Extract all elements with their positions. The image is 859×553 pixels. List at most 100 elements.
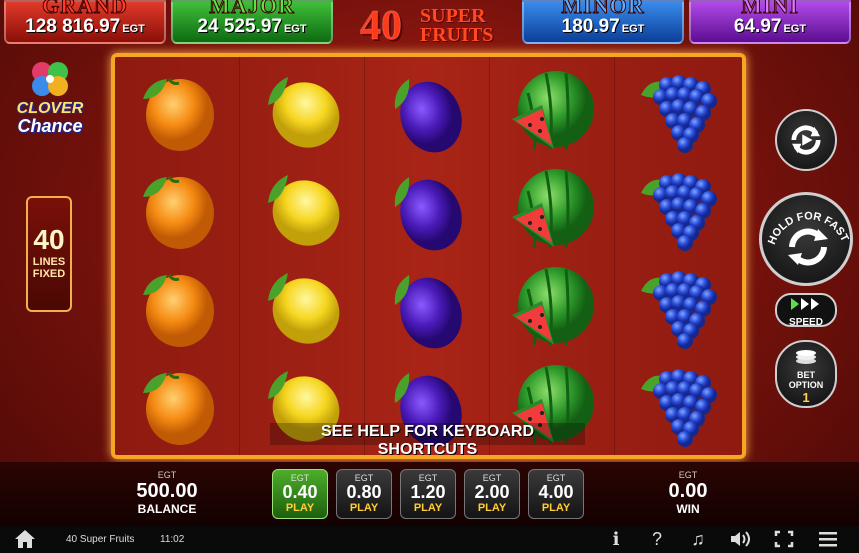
bet-button[interactable]: EGT 2.00 PLAY (464, 469, 520, 519)
jackpot-minor: MINOR 180.97 EGT (522, 0, 684, 44)
grapes-symbol (633, 359, 723, 449)
balance-label: BALANCE (137, 502, 197, 516)
speed-label: SPEED (789, 317, 823, 328)
game-logo-number: 40 (360, 3, 403, 50)
lemon-icon (268, 175, 340, 246)
reel-4 (490, 57, 615, 455)
bet-label: PLAY (285, 502, 315, 514)
bet-option-button[interactable]: BET OPTION 1 (775, 340, 837, 408)
watermelon-symbol (508, 65, 598, 155)
game-logo-line2: FRUITS (420, 24, 494, 46)
bet-value: 0.40 (282, 482, 318, 502)
orange-symbol (133, 359, 223, 449)
bet-value: 2.00 (474, 482, 510, 502)
plum-symbol (383, 261, 473, 351)
fullscreen-icon[interactable] (773, 529, 795, 549)
grapes-symbol (633, 261, 723, 351)
jackpot-major-unit: EGT (283, 23, 307, 35)
jackpot-mini-value: 64.97 EGT (691, 16, 849, 38)
lemon-symbol (258, 65, 348, 155)
jackpot-major: MAJOR 24 525.97 EGT (171, 0, 333, 44)
plum-symbol (383, 65, 473, 155)
orange-icon (143, 274, 214, 347)
home-icon[interactable] (14, 529, 36, 549)
jackpot-mini: MINI 64.97 EGT (689, 0, 851, 44)
clock: 11:02 (160, 534, 185, 545)
autoplay-icon (791, 125, 821, 155)
jackpot-grand: GRAND 128 816.97 EGT (4, 0, 166, 44)
watermelon-symbol (508, 261, 598, 351)
jackpot-minor-amount: 180.97 (561, 16, 620, 37)
reel-1 (115, 57, 240, 455)
clover-icon (32, 62, 68, 96)
watermelon-symbol (508, 163, 598, 253)
help-icon[interactable]: ? (646, 529, 668, 549)
bet-button[interactable]: EGT 1.20 PLAY (400, 469, 456, 519)
bet-label: PLAY (477, 502, 507, 514)
balance-value: 500.00 (136, 480, 198, 502)
reel-2 (240, 57, 365, 455)
grapes-icon (641, 75, 717, 153)
jackpot-grand-unit: EGT (122, 23, 145, 35)
info-icon[interactable]: ℹ (605, 529, 627, 549)
grapes-symbol (633, 163, 723, 253)
clover-chance-logo: CLOVER Chance (12, 58, 88, 142)
orange-icon (143, 78, 214, 151)
reel-3 (365, 57, 490, 455)
game-name: 40 Super Fruits (66, 534, 135, 545)
grapes-icon (641, 173, 717, 251)
bet-option-label-2: OPTION (788, 380, 824, 390)
fixed-label: FIXED (32, 268, 66, 280)
bet-value: 1.20 (410, 482, 446, 502)
coin-stack-icon (796, 350, 816, 364)
clover-logo-line2: Chance (17, 116, 83, 136)
jackpot-grand-amount: 128 816.97 (25, 16, 121, 37)
jackpot-minor-unit: EGT (621, 23, 645, 35)
jackpot-mini-amount: 64.97 (733, 16, 782, 37)
bet-value: 0.80 (346, 482, 382, 502)
reels-area (111, 53, 746, 459)
grapes-icon (641, 271, 717, 349)
win-unit: EGT (678, 470, 698, 480)
jackpot-grand-value: 128 816.97 EGT (6, 16, 164, 38)
plum-icon (394, 79, 462, 153)
watermelon-icon (512, 71, 594, 150)
bet-value: 4.00 (538, 482, 574, 502)
orange-icon (143, 372, 214, 445)
bet-button[interactable]: EGT 0.80 PLAY (336, 469, 392, 519)
bet-button[interactable]: EGT 4.00 PLAY (528, 469, 584, 519)
grapes-symbol (633, 65, 723, 155)
lines-label: LINES (32, 256, 66, 268)
jackpot-major-amount: 24 525.97 (197, 16, 282, 37)
plum-icon (394, 275, 462, 349)
speed-button[interactable]: SPEED (775, 293, 837, 328)
lines-number: 40 (33, 224, 65, 255)
bet-option-label-1: BET (797, 370, 815, 380)
bet-label: PLAY (349, 502, 379, 514)
spin-button[interactable]: HOLD FOR FAST PLAY (759, 192, 853, 286)
jackpot-minor-value: 180.97 EGT (524, 16, 682, 38)
win-value: 0.00 (668, 480, 708, 502)
bet-option-value: 1 (802, 390, 810, 405)
lines-fixed-badge: 40 LINES FIXED (26, 196, 72, 312)
fast-forward-icon (791, 298, 819, 310)
system-bar: 40 Super Fruits 11:02 ℹ ? ♫ (0, 526, 859, 553)
bet-button[interactable]: EGT 0.40 PLAY (272, 469, 328, 519)
game-logo: 40 SUPER FRUITS (358, 2, 498, 50)
bet-label: PLAY (413, 502, 443, 514)
menu-icon[interactable] (817, 529, 839, 549)
music-icon[interactable]: ♫ (687, 529, 709, 549)
keyboard-shortcuts-hint: SEE HELP FOR KEYBOARD SHORTCUTS (270, 423, 585, 458)
grapes-icon (641, 369, 717, 447)
watermelon-icon (512, 267, 594, 346)
autoplay-button[interactable] (775, 109, 837, 171)
spin-icon (788, 228, 828, 266)
reel-5 (615, 57, 740, 455)
orange-symbol (133, 261, 223, 351)
volume-icon[interactable] (729, 529, 751, 549)
lemon-icon (268, 273, 340, 344)
win-label: WIN (676, 502, 700, 516)
balance-unit: EGT (157, 470, 177, 480)
lemon-icon (268, 77, 340, 148)
lemon-symbol (258, 261, 348, 351)
